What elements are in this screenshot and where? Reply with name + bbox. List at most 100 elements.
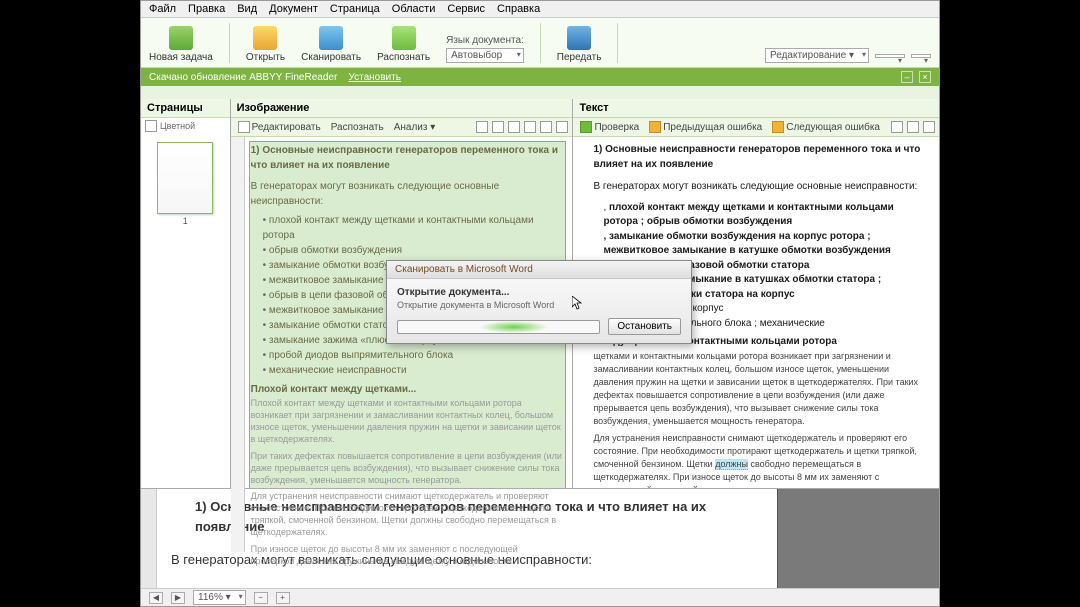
img-faded-para: При таких дефектах повышается сопротивле… [251,450,563,486]
dialog-status-line2: Открытие документа в Microsoft Word [397,300,681,310]
pages-view-mode[interactable]: Цветной [160,121,195,131]
menu-document[interactable]: Документ [269,3,318,15]
notify-close-button[interactable]: × [919,71,931,83]
txt-tool-2-icon[interactable] [907,121,919,133]
txt-tool-3-icon[interactable] [923,121,935,133]
scan-button[interactable]: Сканировать [301,26,361,63]
font-combo[interactable] [875,54,905,58]
mode-combo[interactable]: Редактирование ▾ [765,48,869,63]
img-bullet: плохой контакт между щетками и контактны… [263,213,563,243]
txt-bullet: , замыкание обмотки возбуждения на корпу… [603,230,929,259]
page-number: 1 [141,216,230,226]
img-heading: Основные неисправности генераторов перем… [251,145,558,171]
img-sub-heading: Плохой контакт между щетками... [251,382,563,397]
txt-heading-num: 1) [593,144,602,155]
area-tool-3-icon[interactable] [508,121,520,133]
status-zoom-out-button[interactable]: − [254,592,268,604]
open-icon [253,26,277,50]
send-label: Передать [557,52,602,63]
scan-icon [319,26,343,50]
preview-heading-num: 1) [195,499,207,514]
menu-bar: Файл Правка Вид Документ Страница Област… [141,1,939,18]
txt-para-1: щетками и контактными кольцами ротора во… [593,350,929,428]
thumbnails-icon[interactable] [145,120,157,132]
check-button[interactable]: Проверка [577,120,642,134]
cursor-icon [572,296,582,310]
text-panel-title: Текст [579,102,608,114]
img-edit-button[interactable]: Редактировать [235,120,324,134]
txt-intro: В генераторах могут возникать следующие … [593,180,929,195]
app-status-bar: ◀ ▶ 116% ▾ − + [141,588,939,606]
main-toolbar: Новая задача Открыть Сканировать Распозн… [141,18,939,68]
recognize-icon [392,26,416,50]
dialog-status-line1: Открытие документа... [397,287,681,298]
status-prev-button[interactable]: ◀ [149,592,163,604]
area-tool-4-icon[interactable] [524,121,536,133]
update-notification-bar: Скачано обновление ABBYY FineReader Уста… [141,68,939,86]
menu-view[interactable]: Вид [237,3,257,15]
lang-combo[interactable]: Автовыбор [446,48,524,63]
size-combo[interactable] [911,54,931,58]
open-button[interactable]: Открыть [246,26,285,63]
recognize-button[interactable]: Распознать [377,26,430,63]
new-task-button[interactable]: Новая задача [149,26,213,63]
send-button[interactable]: Передать [557,26,602,63]
img-analyze-button[interactable]: Анализ ▾ [391,121,439,134]
img-heading-num: 1) [251,145,260,156]
img-recognize-button[interactable]: Распознать [328,121,387,134]
txt-heading: Основные неисправности генераторов перем… [593,144,920,170]
status-zoom-combo[interactable]: 116% ▾ [193,590,246,605]
next-error-button[interactable]: Следующая ошибка [769,120,883,134]
menu-service[interactable]: Сервис [447,3,485,15]
install-link[interactable]: Установить [348,72,401,83]
notify-min-button[interactable]: – [901,71,913,83]
img-faded-para: При износе щеток до высоты 8 мм их замен… [251,543,563,567]
txt-tool-1-icon[interactable] [891,121,903,133]
img-faded-para: Плохой контакт между щетками и контактны… [251,397,563,446]
word-icon [567,26,591,50]
text-toolbar: Проверка Предыдущая ошибка Следующая оши… [573,118,939,137]
recognize-label: Распознать [377,52,430,63]
img-intro: В генераторах могут возникать следующие … [251,179,563,209]
image-toolbar: Редактировать Распознать Анализ ▾ [231,118,573,137]
cancel-button[interactable]: Остановить [608,318,681,335]
area-tool-5-icon[interactable] [540,121,552,133]
highlighted-word: должны [715,459,748,470]
menu-edit[interactable]: Правка [188,3,225,15]
dialog-title: Сканировать в Microsoft Word [387,261,691,279]
status-zoom-in-button[interactable]: + [276,592,290,604]
menu-file[interactable]: Файл [149,3,176,15]
image-panel-title: Изображение [237,102,310,114]
img-bullet: обрыв обмотки возбуждения [263,243,563,258]
area-tool-2-icon[interactable] [492,121,504,133]
update-text: Скачано обновление ABBYY FineReader [149,72,337,83]
img-bullet: механические неисправности [263,363,563,378]
new-task-icon [169,26,193,50]
area-tool-6-icon[interactable] [556,121,568,133]
menu-help[interactable]: Справка [497,3,540,15]
txt-bullet: , плохой контакт между щетками и контакт… [603,201,929,230]
toolbar-divider-3 [617,23,618,63]
prev-error-icon [649,121,661,133]
status-next-button[interactable]: ▶ [171,592,185,604]
check-icon [580,121,592,133]
pages-header: Страницы [141,99,230,118]
page-thumbnail[interactable] [157,142,213,214]
menu-areas[interactable]: Области [392,3,436,15]
lang-label: Язык документа: [446,35,524,46]
progress-bar [397,320,600,334]
progress-dialog: Сканировать в Microsoft Word Открытие до… [386,260,692,344]
open-label: Открыть [246,52,285,63]
prev-error-button[interactable]: Предыдущая ошибка [646,120,765,134]
new-task-label: Новая задача [149,52,213,63]
progress-indicator [479,321,549,333]
toolbar-divider [229,23,230,63]
area-tool-1-icon[interactable] [476,121,488,133]
pencil-icon [238,121,250,133]
ruler [231,137,245,552]
img-faded-para: Для устранения неисправности снимают щет… [251,490,563,539]
image-viewport[interactable]: 1) Основные неисправности генераторов пе… [231,137,573,568]
menu-page[interactable]: Страница [330,3,380,15]
toolbar-divider-2 [540,23,541,63]
next-error-icon [772,121,784,133]
